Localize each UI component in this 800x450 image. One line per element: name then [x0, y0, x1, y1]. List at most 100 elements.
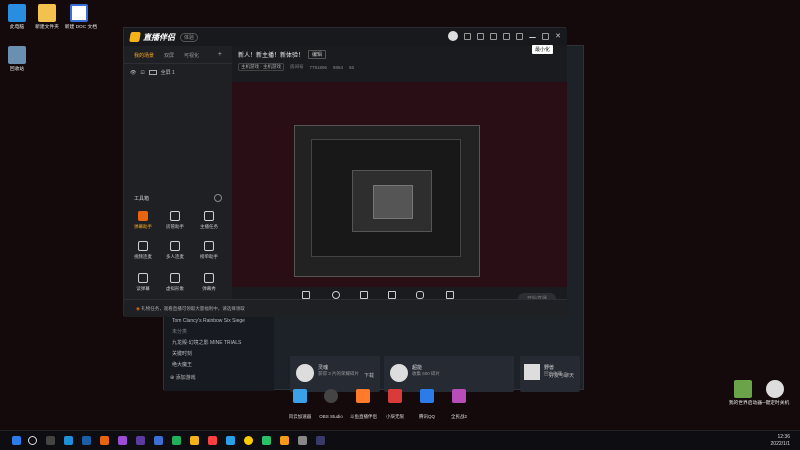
settings-icon[interactable] [490, 32, 498, 40]
tool-read-danmu[interactable]: 读弹幕 [128, 273, 158, 292]
game-list-item[interactable]: 九龙殿·幻境之影 MINE TRIALS [164, 337, 274, 348]
preview-nested-window [373, 185, 413, 219]
downloads-label[interactable]: 下载 [364, 372, 374, 379]
tool-label: 弹幕秀 [202, 286, 216, 291]
dock-icon[interactable]: 小柒无限 [382, 389, 408, 423]
search-icon[interactable] [28, 436, 37, 445]
dock-label: 斗鱼直播伴侣 [350, 414, 377, 419]
play-icon [388, 291, 396, 299]
maximize-icon[interactable] [542, 32, 550, 40]
app-icon[interactable] [298, 436, 307, 445]
tab-dual-screen[interactable]: 双屏 [164, 52, 174, 59]
tool-label: 弹幕助手 [134, 224, 152, 229]
photoshop-icon[interactable] [64, 436, 73, 445]
room-id: 7791896 [309, 64, 328, 70]
game-list-item[interactable]: Tom Clancy's Rainbow Six Siege [164, 316, 274, 326]
gift-icon[interactable] [477, 32, 485, 40]
stream-preview[interactable] [232, 82, 567, 292]
app-titlebar: 直播伴侣 体验 ✕ [124, 28, 567, 46]
message-icon[interactable] [464, 32, 472, 40]
friends-chat-button[interactable]: 好友与聊天 [549, 372, 574, 379]
tool-multi-link[interactable]: 多人连麦 [160, 241, 190, 260]
followers-count: 56 [349, 64, 355, 70]
scene-tabs: 我的场景 双屏 可视化 + [124, 46, 232, 64]
dock-icon[interactable]: OBS Studio [318, 389, 344, 423]
chrome-icon[interactable] [244, 436, 253, 445]
game-list-item[interactable]: 绝大魔王 [164, 359, 274, 370]
app-icon[interactable] [208, 436, 217, 445]
more-tools-icon[interactable] [214, 194, 222, 202]
dock-label: 小柒无限 [386, 414, 404, 419]
app-icon[interactable] [172, 436, 181, 445]
tool-virtual-avatar[interactable]: 虚拟形象 [160, 273, 190, 292]
illustrator-icon[interactable] [100, 436, 109, 445]
tool-streamer-tasks[interactable]: 主播任务 [194, 211, 224, 230]
menu-icon[interactable] [516, 32, 524, 40]
taskbar: 12:36 2022/1/1 [0, 430, 800, 450]
desktop-icon-new-doc[interactable]: 新建 DOC 文档 [64, 4, 97, 30]
start-menu-icon[interactable] [12, 436, 21, 445]
ranking-icon [204, 241, 214, 251]
download-icon [170, 241, 180, 251]
shirt-icon[interactable] [503, 32, 511, 40]
scene-panel: 我的场景 双屏 可视化 + 👁 ⊡ 全屏 1 工具箱 弹幕助手 房管助手 主播任… [124, 46, 232, 317]
lock-icon[interactable]: ⊡ [140, 70, 144, 76]
dock-icon[interactable]: 斗鱼直播伴侣 [350, 389, 377, 423]
app-icon[interactable] [226, 436, 235, 445]
game-list-item[interactable]: 关键时刻 [164, 348, 274, 359]
obs-icon [324, 389, 338, 403]
add-scene-icon[interactable]: + [218, 51, 222, 59]
user-avatar[interactable] [448, 31, 459, 41]
app-icon[interactable] [262, 436, 271, 445]
dock-label: 风云加速器 [288, 414, 312, 419]
preview-recursive-window [294, 125, 480, 277]
audition-icon[interactable] [82, 436, 91, 445]
tab-my-scenes[interactable]: 我的场景 [134, 52, 154, 59]
achievement-card[interactable]: 超能 收集 600 碎片 [384, 356, 514, 392]
premiere-icon[interactable] [136, 436, 145, 445]
preview-nested-window [311, 139, 461, 257]
scene-item[interactable]: 👁 ⊡ 全屏 1 [124, 64, 232, 81]
stream-info-bar: 新人！新主播！新体验！ 编辑 主机游戏 · 主机游戏 房间号 7791896 9… [232, 46, 567, 82]
power-icon [766, 380, 784, 398]
task-view-icon[interactable] [46, 436, 55, 445]
close-icon[interactable]: ✕ [555, 33, 561, 40]
desktop-icon-label: 回收站 [9, 66, 25, 72]
fans-count: 9864 [333, 64, 344, 70]
achievement-subtitle: 收集 600 碎片 [412, 371, 441, 376]
app-icon[interactable] [280, 436, 289, 445]
tool-video-link[interactable]: 视频连麦 [128, 241, 158, 260]
tool-danmu-assistant[interactable]: 弹幕助手 [128, 211, 158, 230]
desktop-icon-this-pc[interactable]: 此电脑 [2, 4, 32, 30]
minimize-tooltip: 最小化 [532, 45, 554, 54]
dock-icon[interactable]: 风云加速器 [287, 389, 313, 423]
game-list-category[interactable]: 未分类 [164, 326, 274, 337]
category-tag[interactable]: 主机游戏 · 主机游戏 [238, 63, 284, 71]
after-effects-icon[interactable] [118, 436, 127, 445]
dock-icon[interactable]: 腾讯QQ [414, 389, 440, 423]
tool-ranking[interactable]: 榜单助手 [194, 241, 224, 260]
eye-icon[interactable]: 👁 [130, 70, 136, 76]
tool-room-manager[interactable]: 房管助手 [160, 211, 190, 230]
folder-icon[interactable] [190, 436, 199, 445]
tab-visual[interactable]: 可视化 [184, 52, 199, 59]
tool-danmu-show[interactable]: 弹幕秀 [194, 273, 224, 292]
minimize-icon[interactable] [529, 34, 537, 38]
add-game-button[interactable]: ⊕ 添加游戏 [170, 374, 196, 381]
steam-icon[interactable] [316, 436, 325, 445]
desktop-icon-new-folder[interactable]: 新建文件夹 [32, 4, 62, 30]
stream-meta: 主机游戏 · 主机游戏 房间号 7791896 9864 56 [238, 63, 561, 71]
desktop-icon-recycle-bin[interactable]: 回收站 [2, 46, 32, 72]
edit-title-button[interactable]: 编辑 [308, 50, 327, 59]
desktop-icon-shutdown-timer[interactable]: 一键定时关机 [760, 380, 790, 406]
desktop-icon-minecraft-launcher[interactable]: 我的世界启动器 [728, 380, 762, 406]
system-clock[interactable]: 12:36 2022/1/1 [771, 434, 790, 447]
dock-icon[interactable]: 全民战2 [446, 389, 472, 423]
dock-label: 全民战2 [450, 414, 467, 419]
toolbox-header: 工具箱 [134, 196, 150, 202]
achievement-icon [296, 364, 314, 382]
notice-bar: ◉ 礼物任务，观看直播可领取大量福利中，请选择领取 [124, 299, 567, 317]
user-icon [170, 211, 180, 221]
word-icon[interactable] [154, 436, 163, 445]
folder-icon [38, 4, 56, 22]
